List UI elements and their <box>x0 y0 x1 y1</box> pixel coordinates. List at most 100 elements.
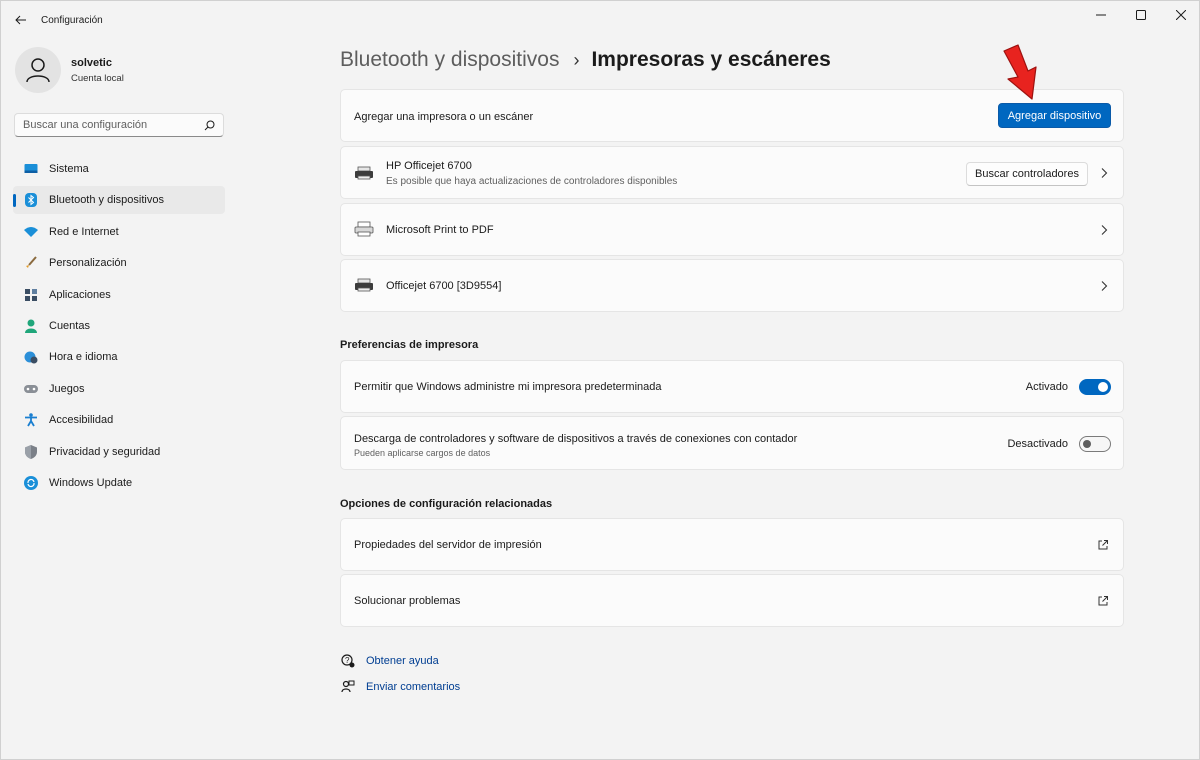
search-input[interactable] <box>23 119 204 131</box>
shield-icon <box>23 444 39 460</box>
minimize-button[interactable] <box>1081 1 1121 29</box>
avatar <box>15 47 61 93</box>
toggle-knob <box>1083 440 1091 448</box>
sidebar-nav: Sistema Bluetooth y dispositivos Red e I… <box>13 155 225 500</box>
get-help-link[interactable]: ? Obtener ayuda <box>340 653 439 669</box>
sidebar-item-label: Red e Internet <box>49 225 119 238</box>
metered-download-toggle[interactable] <box>1079 436 1111 452</box>
device-name: HP Officejet 6700 <box>386 160 472 172</box>
user-avatar-icon <box>26 58 50 83</box>
help-icon: ? <box>340 653 356 669</box>
send-feedback-label: Enviar comentarios <box>366 681 461 693</box>
setting-label: Permitir que Windows administre mi impre… <box>354 381 662 393</box>
device-row-microsoft-print-to-pdf[interactable]: Microsoft Print to PDF <box>340 203 1124 256</box>
sidebar-item-label: Personalización <box>49 257 127 270</box>
sidebar-item-label: Aplicaciones <box>49 288 111 301</box>
sidebar-item-cuentas[interactable]: Cuentas <box>13 312 225 340</box>
sidebar-item-accesibilidad[interactable]: Accesibilidad <box>13 406 225 434</box>
minimize-icon <box>1096 14 1106 16</box>
sidebar-item-label: Accesibilidad <box>49 414 114 427</box>
back-button[interactable] <box>11 10 31 30</box>
svg-text:?: ? <box>345 656 350 665</box>
sidebar-item-label: Hora e idioma <box>49 351 118 364</box>
sidebar-item-hora[interactable]: Hora e idioma <box>13 343 225 371</box>
user-profile[interactable]: solvetic Cuenta local <box>15 47 124 93</box>
toggle-state-label: Desactivado <box>1007 438 1068 450</box>
device-name: Officejet 6700 [3D9554] <box>386 280 502 292</box>
globe-clock-icon <box>23 349 39 365</box>
setting-sub-label: Pueden aplicarse cargos de datos <box>354 448 491 458</box>
breadcrumb-separator: › <box>573 49 580 70</box>
sidebar-item-bluetooth[interactable]: Bluetooth y dispositivos <box>13 186 225 215</box>
search-drivers-button[interactable]: Buscar controladores <box>966 162 1088 186</box>
sidebar-item-windows-update[interactable]: Windows Update <box>13 469 225 497</box>
open-external-icon <box>1098 596 1108 606</box>
search-icon[interactable] <box>204 120 215 131</box>
settings-window: Configuración solvetic Cuenta local Busc… <box>0 0 1200 760</box>
default-printer-toggle[interactable] <box>1079 379 1111 395</box>
sidebar-item-label: Sistema <box>49 163 89 175</box>
printer-icon <box>355 166 373 180</box>
feedback-icon <box>340 679 356 695</box>
sidebar-item-red[interactable]: Red e Internet <box>13 218 225 246</box>
device-row-hp-officejet[interactable]: HP Officejet 6700 Es posible que haya ac… <box>340 146 1124 199</box>
chevron-right-icon <box>1101 225 1108 235</box>
toggle-knob <box>1098 382 1108 392</box>
toggle-state-label: Activado <box>1025 381 1068 393</box>
close-icon <box>1176 10 1186 20</box>
pdf-printer-icon <box>354 221 374 237</box>
wifi-icon <box>23 224 39 240</box>
profile-account-type: Cuenta local <box>71 72 124 84</box>
sidebar-item-sistema[interactable]: Sistema <box>13 155 225 183</box>
profile-name: solvetic <box>71 56 112 69</box>
related-item-label: Propiedades del servidor de impresión <box>354 539 542 551</box>
sidebar-item-juegos[interactable]: Juegos <box>13 375 225 403</box>
setting-label: Descarga de controladores y software de … <box>354 433 798 445</box>
sidebar-item-aplicaciones[interactable]: Aplicaciones <box>13 281 225 309</box>
close-window-button[interactable] <box>1161 1 1200 29</box>
related-item-label: Solucionar problemas <box>354 595 461 607</box>
update-icon <box>23 475 39 491</box>
chevron-right-icon <box>1101 281 1108 291</box>
default-printer-setting: Permitir que Windows administre mi impre… <box>340 360 1124 413</box>
device-name: Microsoft Print to PDF <box>386 224 494 236</box>
add-device-button[interactable]: Agregar dispositivo <box>998 103 1111 128</box>
sidebar-item-label: Privacidad y seguridad <box>49 445 161 458</box>
window-controls <box>1081 1 1200 29</box>
add-device-label: Agregar una impresora o un escáner <box>354 111 534 123</box>
breadcrumb-parent[interactable]: Bluetooth y dispositivos <box>340 48 559 72</box>
annotation-arrow-icon <box>1003 44 1037 100</box>
back-arrow-icon <box>15 15 26 25</box>
chevron-right-icon <box>1101 168 1108 178</box>
maximize-icon <box>1136 10 1146 20</box>
print-server-properties-link[interactable]: Propiedades del servidor de impresión <box>340 518 1124 571</box>
maximize-button[interactable] <box>1121 1 1161 29</box>
page-title: Impresoras y escáneres <box>591 48 831 71</box>
printer-preferences-heading: Preferencias de impresora <box>340 339 479 351</box>
metered-download-setting: Descarga de controladores y software de … <box>340 416 1124 470</box>
apps-icon <box>23 287 39 303</box>
brush-icon <box>23 255 39 271</box>
get-help-label: Obtener ayuda <box>366 655 439 667</box>
sidebar-item-label: Juegos <box>49 382 85 395</box>
sidebar-item-label: Bluetooth y dispositivos <box>49 194 164 207</box>
sidebar-item-privacidad[interactable]: Privacidad y seguridad <box>13 438 225 466</box>
system-icon <box>23 161 39 177</box>
app-title: Configuración <box>41 15 103 26</box>
title-bar: Configuración <box>1 1 1200 39</box>
troubleshoot-link[interactable]: Solucionar problemas <box>340 574 1124 627</box>
accessibility-icon <box>23 412 39 428</box>
search-box <box>14 113 224 137</box>
breadcrumb: Bluetooth y dispositivos › Impresoras y … <box>340 48 831 72</box>
open-external-icon <box>1098 540 1108 550</box>
gamepad-icon <box>23 381 39 397</box>
profile-text: solvetic Cuenta local <box>71 57 124 84</box>
person-icon <box>23 318 39 334</box>
sidebar-item-personalizacion[interactable]: Personalización <box>13 249 225 277</box>
related-settings-heading: Opciones de configuración relacionadas <box>340 498 553 510</box>
device-row-officejet-3d9554[interactable]: Officejet 6700 [3D9554] <box>340 259 1124 312</box>
bluetooth-icon <box>23 192 39 208</box>
send-feedback-link[interactable]: Enviar comentarios <box>340 679 460 695</box>
sidebar-item-label: Cuentas <box>49 319 90 332</box>
device-status: Es posible que haya actualizaciones de c… <box>386 176 678 187</box>
